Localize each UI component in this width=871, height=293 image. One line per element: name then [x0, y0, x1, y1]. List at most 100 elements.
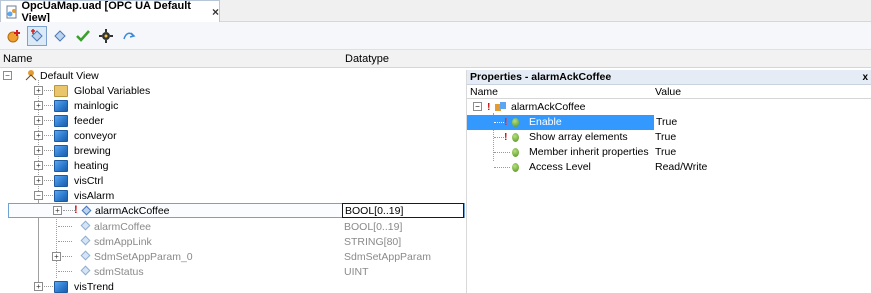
- warning-marker-icon: !: [504, 131, 508, 143]
- datatype-value: BOOL[0..19]: [344, 220, 403, 233]
- expand-toggle[interactable]: +: [34, 176, 43, 185]
- tag-icon: [80, 265, 91, 276]
- tree-node-brewing[interactable]: + brewing: [0, 143, 465, 158]
- properties-name-header[interactable]: Name: [470, 86, 498, 98]
- property-row-show-array-elements[interactable]: ! Show array elements True: [467, 130, 871, 145]
- tag-icon: [54, 29, 66, 42]
- cube-icon: [54, 114, 68, 127]
- datatype-value: SdmSetAppParam: [344, 250, 431, 263]
- tree-node-sdmstatus[interactable]: sdmStatus UINT: [0, 264, 465, 279]
- group-icon: [495, 102, 506, 111]
- property-dot-icon: [512, 148, 519, 157]
- expand-toggle[interactable]: +: [34, 161, 43, 170]
- expand-toggle[interactable]: +: [53, 206, 62, 215]
- collapse-toggle[interactable]: −: [3, 71, 12, 80]
- collapse-toggle[interactable]: −: [34, 191, 43, 200]
- refresh-icon: [123, 31, 136, 39]
- tree-node-label: alarmAckCoffee: [95, 204, 170, 217]
- toolbar: [0, 22, 871, 50]
- tree-node-label: alarmCoffee: [94, 220, 152, 233]
- properties-node-alarmackcoffee[interactable]: − ! alarmAckCoffee: [467, 100, 871, 115]
- tree-node-label: visCtrl: [74, 174, 104, 187]
- tab-opcuamap[interactable]: OpcUaMap.uad [OPC UA Default View] ×: [0, 0, 220, 24]
- property-dot-icon: [512, 163, 519, 172]
- tag-add-icon: [31, 28, 43, 42]
- tag-icon: [80, 250, 91, 261]
- tree-node-mainlogic[interactable]: + mainlogic: [0, 98, 465, 113]
- tree-node-sdmapplink[interactable]: sdmAppLink STRING[80]: [0, 234, 465, 249]
- property-value[interactable]: Read/Write: [655, 161, 707, 173]
- expand-toggle[interactable]: +: [34, 131, 43, 140]
- gear-icon: [99, 28, 113, 43]
- column-datatype-header[interactable]: Datatype: [345, 53, 389, 65]
- properties-value-header[interactable]: Value: [655, 86, 681, 98]
- expand-toggle[interactable]: +: [34, 86, 43, 95]
- refresh-button[interactable]: [119, 26, 139, 46]
- property-dot-icon: [512, 133, 519, 142]
- tree-node-visalarm[interactable]: − visAlarm: [0, 188, 465, 203]
- add-icon: [7, 29, 20, 42]
- document-icon: [6, 5, 17, 18]
- cube-icon: [54, 159, 68, 172]
- property-value[interactable]: True: [655, 131, 676, 143]
- property-dot-icon: [512, 118, 519, 127]
- tree-node-feeder[interactable]: + feeder: [0, 113, 465, 128]
- property-value-field[interactable]: True: [653, 115, 871, 130]
- check-icon: [76, 29, 90, 42]
- expand-toggle[interactable]: +: [34, 282, 43, 291]
- cube-icon: [54, 189, 68, 202]
- tag-button[interactable]: [50, 26, 70, 46]
- check-button[interactable]: [73, 26, 93, 46]
- tree-node-label: conveyor: [74, 129, 117, 142]
- tree-node-visctrl[interactable]: + visCtrl: [0, 173, 465, 188]
- properties-title-bar: Properties - alarmAckCoffee x: [467, 70, 871, 85]
- datatype-value: BOOL[0..19]: [345, 204, 404, 217]
- tree-node-label: visAlarm: [74, 189, 115, 202]
- warning-marker-icon: !: [504, 116, 508, 128]
- close-properties-button[interactable]: x: [862, 70, 868, 85]
- tab-bar: OpcUaMap.uad [OPC UA Default View] ×: [0, 0, 871, 24]
- property-value[interactable]: True: [655, 146, 676, 158]
- tree-node-global-variables[interactable]: + Global Variables: [0, 83, 465, 98]
- warning-marker-icon: !: [487, 101, 491, 113]
- tree-node-sdmsetappparam[interactable]: + SdmSetAppParam_0 SdmSetAppParam: [0, 249, 465, 264]
- tree-node-default-view[interactable]: − Default View: [0, 68, 465, 83]
- tree-node-vistrend[interactable]: + visTrend: [0, 279, 465, 293]
- tree-node-alarmackcoffee[interactable]: + ! alarmAckCoffee BOOL[0..19]: [8, 203, 465, 218]
- properties-node-label: alarmAckCoffee: [511, 101, 586, 113]
- tree-node-heating[interactable]: + heating: [0, 158, 465, 173]
- tree-node-label: SdmSetAppParam_0: [94, 250, 193, 263]
- tab-title: OpcUaMap.uad [OPC UA Default View]: [21, 0, 191, 24]
- expand-toggle[interactable]: +: [34, 116, 43, 125]
- tree-node-alarmcoffee[interactable]: alarmCoffee BOOL[0..19]: [0, 219, 465, 234]
- tree-node-label: sdmStatus: [94, 265, 144, 278]
- property-row-access-level[interactable]: Access Level Read/Write: [467, 160, 871, 175]
- add-button[interactable]: [4, 26, 24, 46]
- column-header: Name Datatype: [0, 50, 871, 68]
- column-name-header[interactable]: Name: [3, 53, 32, 65]
- expand-toggle[interactable]: +: [34, 101, 43, 110]
- expand-toggle[interactable]: +: [34, 146, 43, 155]
- tag-icon: [81, 205, 92, 216]
- properties-panel: Properties - alarmAckCoffee x Name Value…: [466, 70, 871, 293]
- collapse-toggle[interactable]: −: [473, 102, 482, 111]
- tag-icon: [80, 220, 91, 231]
- gear-button[interactable]: [96, 26, 116, 46]
- tree-node-label: visTrend: [74, 280, 114, 293]
- tag-add-button[interactable]: [27, 25, 47, 46]
- cube-icon: [54, 129, 68, 142]
- datatype-value: UINT: [344, 265, 369, 278]
- properties-title: Properties - alarmAckCoffee: [470, 71, 612, 83]
- close-tab-button[interactable]: ×: [212, 5, 219, 19]
- tree-node-label: mainlogic: [74, 99, 119, 112]
- folder-icon: [54, 84, 68, 97]
- property-name: Access Level: [529, 161, 591, 173]
- property-row-member-inherit-properties[interactable]: Member inherit properties True: [467, 145, 871, 160]
- cube-icon: [54, 280, 68, 293]
- tree-node-conveyor[interactable]: + conveyor: [0, 128, 465, 143]
- tag-icon: [80, 235, 91, 246]
- view-icon: [25, 70, 37, 81]
- expand-toggle[interactable]: +: [52, 252, 61, 261]
- tree-node-label: Global Variables: [74, 84, 151, 97]
- property-row-enable[interactable]: ! Enable True: [467, 115, 871, 130]
